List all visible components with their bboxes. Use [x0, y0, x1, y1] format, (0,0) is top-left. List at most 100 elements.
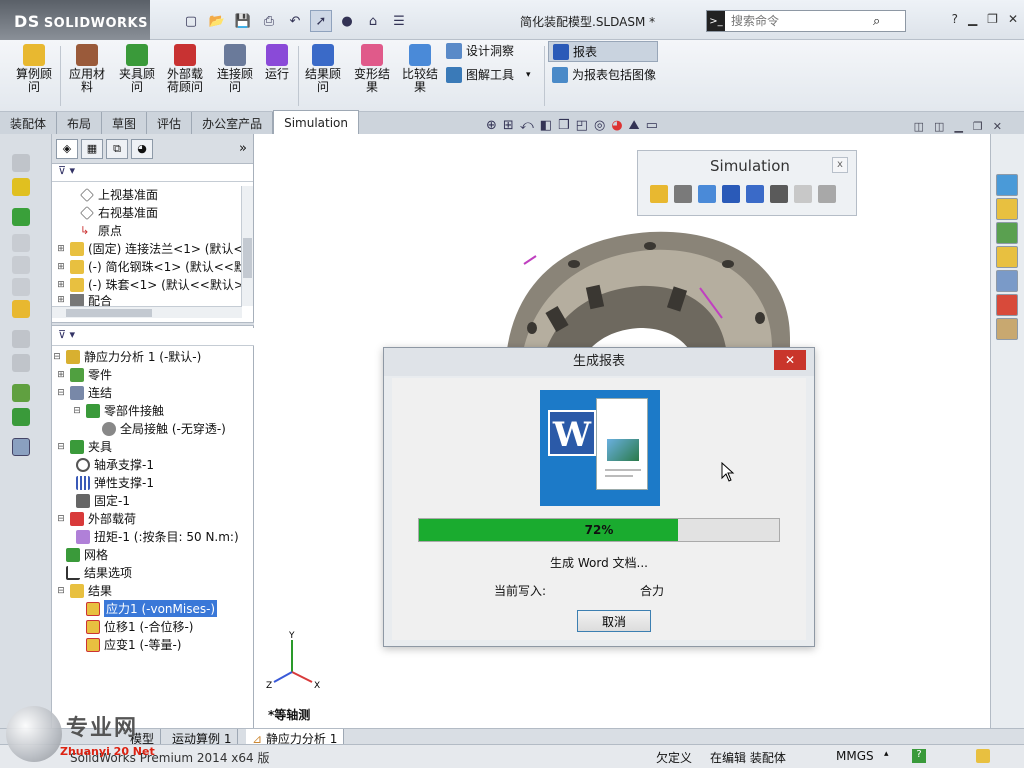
print-icon[interactable]: ⎙	[258, 10, 280, 32]
select-pointer-icon[interactable]: ➚	[310, 10, 332, 32]
tree-item-right-plane[interactable]: 右视基准面	[66, 204, 158, 221]
tree-item-connections[interactable]: ⊟ 连结	[56, 384, 112, 401]
compare-results-button[interactable]: 比较结 果	[398, 44, 442, 94]
minimize-icon[interactable]: ▁	[954, 120, 962, 133]
connections-advisor-button[interactable]: 连接顾 问	[212, 44, 258, 94]
restore-icon[interactable]: ❐	[987, 12, 998, 26]
zoom-to-area-icon[interactable]: ⊞	[503, 118, 514, 133]
home-icon[interactable]	[996, 198, 1018, 220]
tree-item-torque[interactable]: 扭矩-1 (:按条目: 50 N.m:)	[76, 528, 239, 545]
tree-item-displacement-plot[interactable]: 位移1 (-合位移-)	[86, 618, 193, 635]
custom-properties-icon[interactable]	[996, 318, 1018, 340]
sensor-icon[interactable]	[12, 438, 30, 456]
property-manager-tab-icon[interactable]: ▦	[81, 138, 103, 159]
probe-icon[interactable]	[770, 185, 788, 203]
chevron-down-icon[interactable]: ▾	[526, 70, 531, 80]
tree-item-mates[interactable]: ⊞ 配合	[56, 294, 112, 306]
disabled-tool-icon[interactable]	[794, 185, 812, 203]
help-icon[interactable]: ?	[912, 749, 926, 763]
list-icon[interactable]	[674, 185, 692, 203]
tree-item-mesh[interactable]: 网格	[66, 546, 108, 563]
design-insight-button[interactable]: 设计洞察	[446, 42, 514, 59]
report-icon[interactable]	[722, 185, 740, 203]
explode-icon[interactable]	[12, 330, 30, 348]
tree-item-elastic-support[interactable]: 弹性支撑-1	[76, 474, 154, 491]
tree-item-origin[interactable]: ↳ 原点	[66, 222, 122, 239]
tree-item-study[interactable]: ⊟ 静应力分析 1 (-默认-)	[52, 348, 201, 365]
tree-item-fixtures[interactable]: ⊟ 夹具	[56, 438, 112, 455]
spring-icon[interactable]	[12, 408, 30, 426]
solidworks-resources-icon[interactable]	[996, 174, 1018, 196]
tab-evaluate[interactable]: 评估	[147, 112, 193, 134]
plot-tools-button[interactable]: 图解工具 ▾	[446, 66, 531, 83]
tab-layout[interactable]: 布局	[57, 112, 103, 134]
tree-item-results[interactable]: ⊟ 结果	[56, 582, 112, 599]
hide-show-items-icon[interactable]: ◎	[594, 118, 605, 133]
tab-simulation[interactable]: Simulation	[273, 110, 359, 134]
close-icon[interactable]: ✕	[774, 350, 806, 370]
deformed-result-button[interactable]: 变形结 果	[350, 44, 394, 94]
minimize-icon[interactable]: ▁	[968, 12, 977, 26]
study-advisor-button[interactable]: 算例顾 问	[12, 44, 56, 94]
close-icon[interactable]: x	[832, 157, 848, 173]
close-icon[interactable]: ✕	[993, 120, 1002, 133]
feature-manager-tab-icon[interactable]: ◈	[56, 138, 78, 159]
tree-item-component[interactable]: ⊞ (-) 珠套<1> (默认<<默认>_	[56, 276, 250, 293]
rotate-component-icon[interactable]	[12, 256, 30, 274]
interference-icon[interactable]	[12, 354, 30, 372]
design-library-icon[interactable]	[996, 222, 1018, 244]
tab-assembly[interactable]: 装配体	[0, 112, 58, 134]
fixtures-advisor-button[interactable]: 夹具顾 问	[114, 44, 160, 94]
undo-icon[interactable]: ↶	[284, 10, 306, 32]
search-icon[interactable]: ⌕	[873, 14, 880, 29]
apply-scene-icon[interactable]: ⛰	[629, 118, 640, 133]
disabled-tool-icon[interactable]	[818, 185, 836, 203]
tree-item-component-contact[interactable]: ⊟ 零部件接触	[72, 402, 164, 419]
tree-item-fixed[interactable]: 固定-1	[76, 492, 130, 509]
apply-material-button[interactable]: 应用材 料	[64, 44, 110, 94]
tree-item-result-options[interactable]: 结果选项	[66, 564, 132, 581]
previous-view-icon[interactable]: ⤺	[520, 118, 534, 133]
tree-item-stress-plot[interactable]: 应力1 (-vonMises-)	[86, 600, 218, 617]
tree-vertical-scrollbar[interactable]	[241, 186, 253, 306]
component-icon[interactable]	[12, 178, 30, 196]
view-orientation-icon[interactable]: ❒	[558, 118, 570, 133]
display-style-icon[interactable]: ◰	[576, 118, 588, 133]
tag-icon[interactable]	[976, 749, 990, 763]
view-palette-icon[interactable]	[996, 270, 1018, 292]
rebuild-traffic-light-icon[interactable]: ●	[336, 10, 358, 32]
tile-right-icon[interactable]: ◫	[934, 120, 944, 133]
run-button[interactable]: 运行	[262, 44, 292, 81]
configuration-manager-tab-icon[interactable]: ⧉	[106, 138, 128, 159]
report-button[interactable]: 报表	[548, 41, 659, 62]
help-icon[interactable]: ?	[952, 12, 958, 26]
file-explorer-icon[interactable]	[996, 246, 1018, 268]
external-loads-advisor-button[interactable]: 外部载 荷顾问	[162, 44, 208, 94]
mate-icon[interactable]	[12, 278, 30, 296]
compare-icon[interactable]	[698, 185, 716, 203]
tab-static-study[interactable]: ⊿ 静应力分析 1	[246, 729, 345, 746]
close-icon[interactable]: ✕	[1008, 12, 1018, 26]
tree-item-component[interactable]: ⊞ (-) 简化钢珠<1> (默认<<默	[56, 258, 246, 275]
tree-item-component[interactable]: ⊞ (固定) 连接法兰<1> (默认<	[56, 240, 243, 257]
tree-filter[interactable]: ⊽ ▾	[52, 164, 253, 182]
units-selector[interactable]: MMGS	[836, 749, 874, 763]
new-document-icon[interactable]: ▢	[180, 10, 202, 32]
appearances-icon[interactable]	[996, 294, 1018, 316]
open-folder-icon[interactable]: 📂	[206, 10, 228, 32]
insert-component-icon[interactable]	[12, 208, 30, 226]
smart-fasteners-icon[interactable]	[12, 300, 30, 318]
file-properties-icon[interactable]: ⌂	[362, 10, 384, 32]
restore-icon[interactable]: ❐	[973, 120, 983, 133]
plot-icon[interactable]	[746, 185, 764, 203]
zoom-to-fit-icon[interactable]: ⊕	[486, 118, 497, 133]
tile-left-icon[interactable]: ◫	[914, 120, 924, 133]
tab-motion-study[interactable]: 运动算例 1	[166, 729, 239, 746]
expand-panel-icon[interactable]: »	[239, 141, 247, 156]
solidworks-logo[interactable]: DS SOLIDWORKS	[0, 0, 150, 40]
tab-office-products[interactable]: 办公室产品	[192, 112, 274, 134]
include-image-for-report-button[interactable]: 为报表包括图像	[552, 66, 656, 83]
panel-splitter[interactable]	[52, 322, 254, 326]
results-advisor-button[interactable]: 结果顾 问	[302, 44, 344, 94]
tree-item-global-contact[interactable]: 全局接触 (-无穿透-)	[102, 420, 226, 437]
